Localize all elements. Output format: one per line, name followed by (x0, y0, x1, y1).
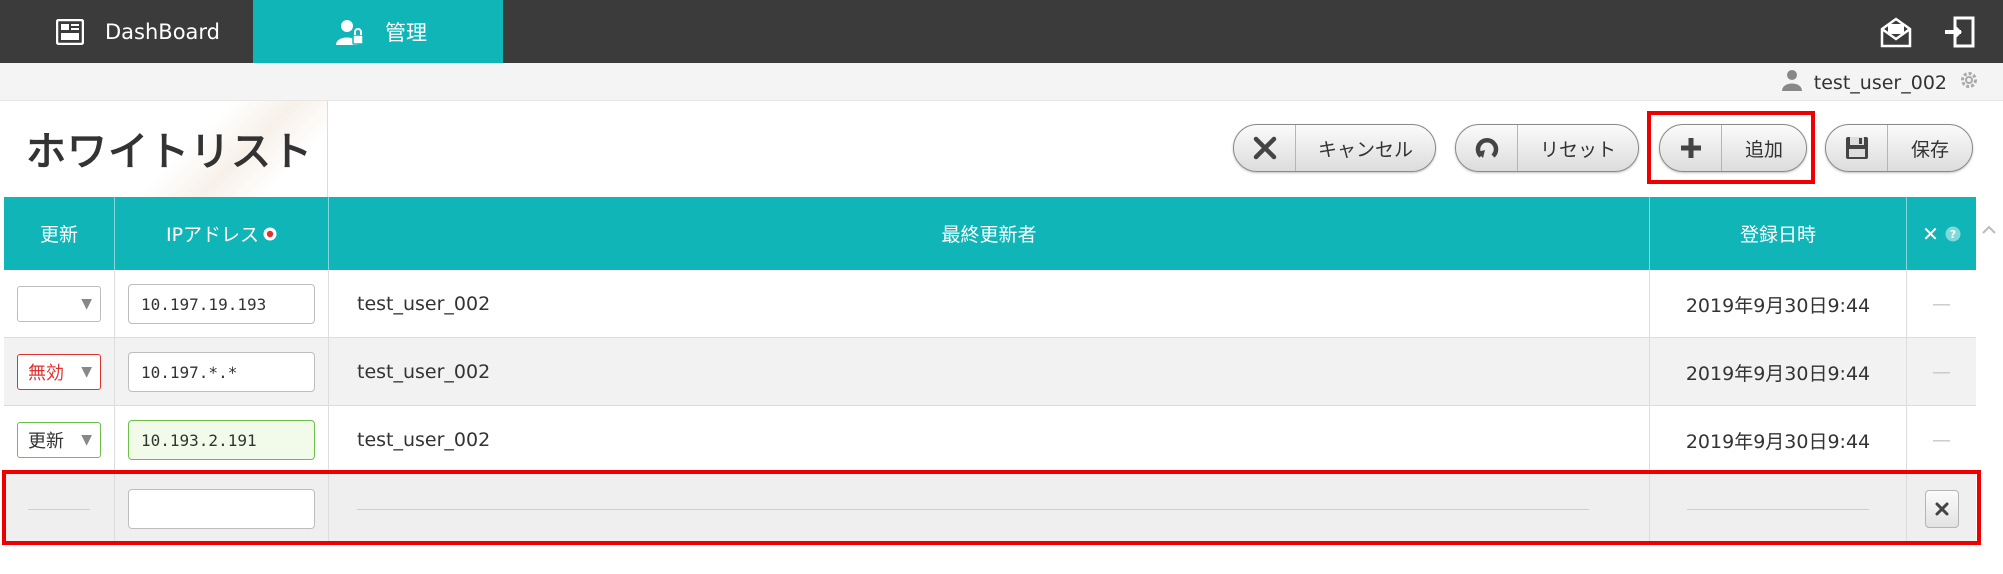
logout-icon[interactable] (1943, 15, 1977, 49)
user-strip: test_user_002 (0, 63, 2003, 101)
add-button-highlight (1647, 111, 1815, 184)
dropdown-arrow-icon: ▼ (81, 296, 92, 312)
last-updated-by-cell: test_user_002 (329, 338, 1650, 406)
cancel-button[interactable]: キャンセル (1233, 124, 1436, 172)
status-select[interactable]: ▼ (17, 286, 101, 322)
last-updated-by-cell: test_user_002 (329, 406, 1650, 474)
dashboard-icon (55, 17, 85, 47)
dropdown-arrow-icon: ▼ (81, 364, 92, 380)
table-row: ▼ 10.197.19.193 test_user_002 2019年9月30日… (4, 270, 1976, 338)
reset-button[interactable]: リセット (1455, 124, 1639, 172)
help-icon[interactable]: ? (1945, 226, 1961, 242)
user-name: test_user_002 (1813, 71, 1947, 94)
table-row: 更新 ▼ 10.193.2.191 test_user_002 2019年9月30… (4, 406, 1976, 474)
registered-at-cell: 2019年9月30日9:44 (1650, 338, 1907, 406)
tab-admin-label: 管理 (385, 20, 427, 45)
status-select[interactable]: 無効 ▼ (17, 354, 101, 390)
dropdown-arrow-icon: ▼ (81, 432, 92, 448)
tab-dashboard-label: DashBoard (105, 19, 221, 44)
svg-text:?: ? (1950, 228, 1956, 241)
new-row-highlight (2, 470, 1981, 545)
required-icon (263, 227, 277, 241)
header-delete-label: ✕ (1922, 221, 1939, 246)
ip-address-input[interactable]: 10.193.2.191 (128, 420, 315, 460)
top-navigation-bar: DashBoard 管理 (0, 0, 2003, 63)
header-delete: ✕ ? (1907, 197, 1976, 270)
gear-icon[interactable] (1959, 70, 1979, 95)
person-icon (1781, 69, 1802, 96)
scroll-up-icon[interactable] (1979, 220, 1999, 240)
reset-icon (1456, 125, 1518, 171)
floppy-disk-icon (1826, 125, 1888, 171)
status-select[interactable]: 更新 ▼ (17, 422, 101, 458)
header-last-updated-by[interactable]: 最終更新者 (329, 197, 1650, 270)
page-title: ホワイトリスト (26, 129, 313, 175)
tab-dashboard[interactable]: DashBoard (0, 0, 253, 63)
registered-at-cell: 2019年9月30日9:44 (1650, 406, 1907, 474)
header-ip[interactable]: IPアドレス (115, 197, 329, 270)
header-update[interactable]: 更新 (4, 197, 115, 270)
registered-at-cell: 2019年9月30日9:44 (1650, 270, 1907, 338)
user-admin-icon (335, 17, 365, 47)
last-updated-by-cell: test_user_002 (329, 270, 1650, 338)
save-button[interactable]: 保存 (1825, 124, 1973, 172)
ip-address-input[interactable]: 10.197.*.* (128, 352, 315, 392)
table-row: 無効 ▼ 10.197.*.* test_user_002 2019年9月30日9… (4, 338, 1976, 406)
tab-admin[interactable]: 管理 (253, 0, 503, 63)
action-cell: — (1932, 293, 1951, 315)
action-cell: — (1932, 361, 1951, 383)
header-registered-at[interactable]: 登録日時 (1650, 197, 1907, 270)
close-icon (1234, 125, 1296, 171)
table-header: 更新 IPアドレス 最終更新者 登録日時 ✕ ? (4, 197, 1976, 270)
cancel-button-label: キャンセル (1317, 138, 1413, 161)
save-button-label: 保存 (1910, 138, 1949, 161)
ip-address-input[interactable]: 10.197.19.193 (128, 284, 315, 324)
action-cell: — (1932, 429, 1951, 451)
user-info: test_user_002 (1781, 69, 1979, 96)
reset-button-label: リセット (1539, 138, 1616, 161)
mail-icon[interactable] (1879, 15, 1913, 49)
